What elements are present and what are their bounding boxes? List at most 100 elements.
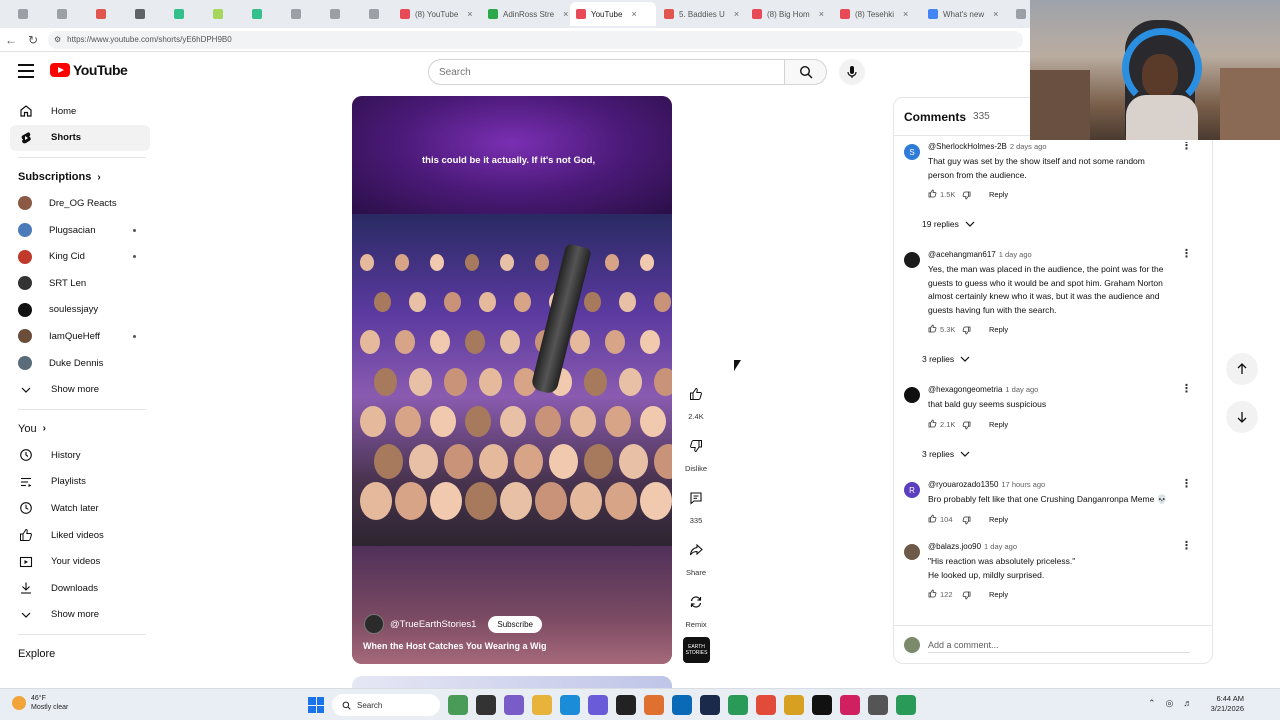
sidebar-item-history[interactable]: History (10, 442, 150, 469)
comment-avatar[interactable] (904, 544, 920, 560)
browser-tab[interactable] (199, 2, 236, 26)
next-short-button[interactable] (1226, 401, 1258, 433)
dislike-icon[interactable] (962, 514, 971, 525)
taskbar-app-icon[interactable] (448, 695, 468, 715)
sidebar-item-watch-later[interactable]: Watch later (10, 495, 150, 522)
sidebar-item-playlists[interactable]: Playlists (10, 469, 150, 496)
channel-name[interactable]: @TrueEarthStories1 (390, 619, 476, 630)
site-info-icon[interactable]: ⚙ (54, 35, 61, 44)
chevron-up-icon[interactable]: ⌃ (1148, 698, 1156, 709)
sidebar-item-your-videos[interactable]: Your videos (10, 548, 150, 575)
taskbar-app-icon[interactable] (476, 695, 496, 715)
reply-button[interactable]: Reply (989, 420, 1008, 429)
sidebar-subscription-item[interactable]: SRT Len (10, 270, 150, 297)
reload-icon[interactable]: ↻ (22, 33, 44, 47)
like-icon[interactable] (928, 419, 937, 430)
browser-tab[interactable] (160, 2, 197, 26)
comment-time[interactable]: 2 days ago (1010, 142, 1047, 151)
browser-tab[interactable] (82, 2, 119, 26)
comment-avatar[interactable] (904, 252, 920, 268)
more-actions-icon[interactable]: ⋮ (1181, 249, 1192, 260)
taskbar-app-icon[interactable] (532, 695, 552, 715)
remix-action[interactable]: Remix (680, 588, 712, 640)
taskbar-app-icon[interactable] (504, 695, 524, 715)
comment-icon[interactable] (682, 484, 710, 512)
sidebar-subscription-item[interactable]: IamQueHeff (10, 323, 150, 350)
like-icon[interactable] (928, 589, 937, 600)
search-button[interactable] (785, 59, 827, 85)
more-actions-icon[interactable]: ⋮ (1181, 142, 1192, 152)
browser-tab[interactable] (355, 2, 392, 26)
sidebar-subscription-item[interactable]: Plugsacian (10, 217, 150, 244)
search-input[interactable]: Search (428, 59, 785, 85)
show-more-subscriptions[interactable]: Show more (10, 376, 150, 403)
taskbar-app-icon[interactable] (700, 695, 720, 715)
close-tab-icon[interactable]: × (903, 9, 908, 19)
youtube-logo[interactable]: YouTube (50, 62, 128, 78)
short-video-player[interactable]: this could be it actually. If it's not G… (352, 96, 672, 664)
browser-tab[interactable]: 5. Baddies U × (658, 2, 744, 26)
sidebar-subscription-item[interactable]: King Cid (10, 243, 150, 270)
more-actions-icon[interactable]: ⋮ (1181, 541, 1192, 552)
comment-avatar[interactable]: S (904, 144, 920, 160)
sidebar-item-downloads[interactable]: Downloads (10, 575, 150, 602)
sidebar-subscription-item[interactable]: Dre_OG Reacts (10, 190, 150, 217)
comment-time[interactable]: 1 day ago (999, 250, 1032, 259)
taskbar-app-icon[interactable] (840, 695, 860, 715)
add-comment-bar[interactable]: Add a comment... (894, 625, 1212, 663)
browser-tab[interactable]: (8) YouTube × (394, 2, 480, 26)
close-tab-icon[interactable]: × (467, 9, 472, 19)
comment-time[interactable]: 1 day ago (984, 542, 1017, 551)
view-replies-button[interactable]: 3 replies (922, 449, 970, 459)
comment-avatar[interactable] (904, 387, 920, 403)
close-tab-icon[interactable]: × (563, 9, 568, 19)
sidebar-subscription-item[interactable]: Duke Dennis (10, 350, 150, 377)
comment-author[interactable]: @acehangman617 (928, 250, 996, 259)
taskbar-app-icon[interactable] (644, 695, 664, 715)
close-tab-icon[interactable]: × (734, 9, 739, 19)
windows-start-icon[interactable] (308, 697, 324, 713)
dislike-icon[interactable] (962, 589, 971, 600)
comment-time[interactable]: 17 hours ago (1001, 480, 1045, 489)
share-icon[interactable] (682, 536, 710, 564)
channel-thumbnail[interactable]: EARTH STORIES (683, 637, 710, 663)
browser-tab[interactable] (43, 2, 80, 26)
comment-time[interactable]: 1 day ago (1005, 385, 1038, 394)
voice-search-button[interactable] (839, 59, 865, 85)
dislike-icon[interactable] (962, 189, 971, 200)
sidebar-item-liked-videos[interactable]: Liked videos (10, 522, 150, 549)
url-field[interactable]: ⚙ https://www.youtube.com/shorts/yE6hDPH… (48, 30, 1023, 49)
taskbar-search[interactable]: Search (332, 694, 440, 716)
close-tab-icon[interactable]: × (993, 9, 998, 19)
comments-action[interactable]: 335 (680, 484, 712, 536)
taskbar-app-icon[interactable] (728, 695, 748, 715)
taskbar-app-icon[interactable] (672, 695, 692, 715)
browser-tab[interactable] (4, 2, 41, 26)
taskbar-app-icon[interactable] (756, 695, 776, 715)
dislike-icon[interactable] (962, 324, 971, 335)
taskbar-app-icon[interactable] (896, 695, 916, 715)
comment-author[interactable]: @hexagongeometria (928, 385, 1002, 394)
close-tab-icon[interactable]: × (819, 9, 824, 19)
browser-tab[interactable]: What's new × (922, 2, 1008, 26)
browser-tab[interactable]: (8) Tesehki × (834, 2, 920, 26)
browser-tab[interactable] (238, 2, 275, 26)
reply-button[interactable]: Reply (989, 590, 1008, 599)
dislike-icon[interactable] (682, 432, 710, 460)
network-icon[interactable]: ◎ (1166, 698, 1174, 709)
browser-tab[interactable] (316, 2, 353, 26)
browser-tab[interactable] (277, 2, 314, 26)
add-comment-input[interactable]: Add a comment... (928, 640, 999, 650)
weather-widget[interactable]: 46°F Mostly clear (12, 694, 68, 712)
show-more-you[interactable]: Show more (10, 602, 150, 629)
dislike-action[interactable]: Dislike (680, 432, 712, 484)
taskbar-app-icon[interactable] (784, 695, 804, 715)
subscribe-button[interactable]: Subscribe (488, 615, 542, 633)
like-action[interactable]: 2.4K (680, 380, 712, 432)
close-tab-icon[interactable]: × (631, 9, 636, 19)
like-icon[interactable] (928, 189, 937, 200)
back-icon[interactable]: ← (0, 33, 22, 47)
more-actions-icon[interactable]: ⋮ (1181, 384, 1192, 395)
sidebar-item-shorts[interactable]: Shorts (10, 124, 150, 152)
menu-icon[interactable] (18, 64, 34, 78)
